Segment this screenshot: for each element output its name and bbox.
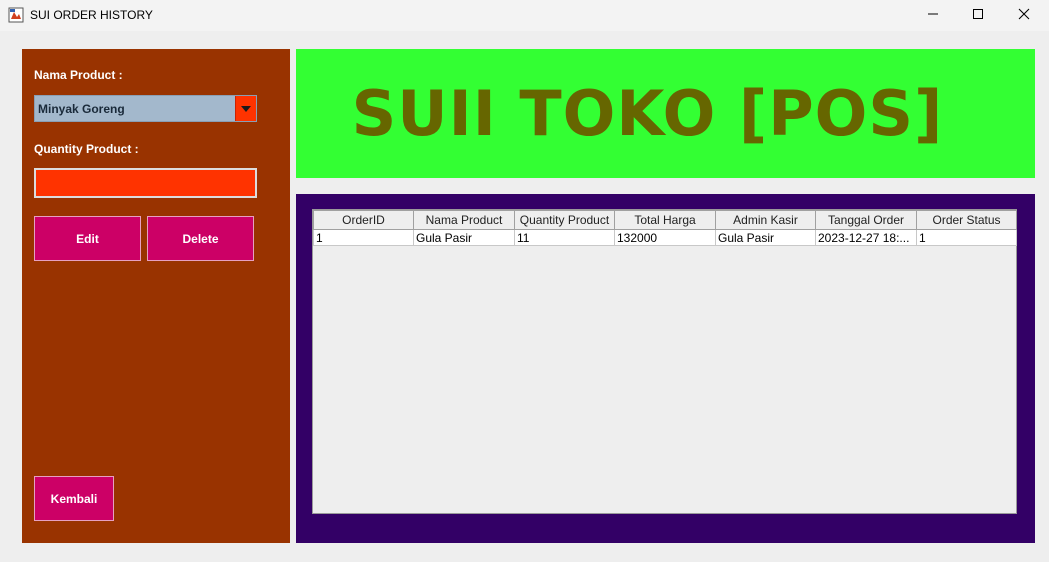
minimize-button[interactable] (910, 0, 956, 31)
edit-button[interactable]: Edit (34, 216, 141, 261)
order-history-table[interactable]: OrderID Nama Product Quantity Product To… (313, 210, 1017, 246)
minimize-icon (927, 7, 939, 25)
quantity-product-label: Quantity Product : (34, 142, 139, 156)
close-icon (1018, 7, 1030, 25)
close-button[interactable] (1001, 0, 1047, 31)
chevron-down-icon[interactable] (235, 96, 256, 121)
nama-product-combobox[interactable]: Minyak Goreng (34, 95, 257, 122)
content-area: Nama Product : Minyak Goreng Quantity Pr… (0, 31, 1049, 562)
cell-orderid[interactable]: 1 (313, 229, 414, 246)
store-title: SUII TOKO [POS] (351, 77, 944, 150)
table-row[interactable]: 1 Gula Pasir 11 132000 Gula Pasir 2023-1… (313, 229, 1017, 246)
kembali-button[interactable]: Kembali (34, 476, 114, 521)
title-bar: SUI ORDER HISTORY (0, 0, 1049, 31)
nama-product-selected: Minyak Goreng (38, 102, 125, 116)
delete-button[interactable]: Delete (147, 216, 254, 261)
quantity-product-input[interactable] (34, 168, 257, 198)
column-header-total-harga[interactable]: Total Harga (614, 210, 716, 230)
column-header-quantity-product[interactable]: Quantity Product (514, 210, 615, 230)
cell-nama-product[interactable]: Gula Pasir (413, 229, 515, 246)
cell-order-status[interactable]: 1 (916, 229, 1017, 246)
column-header-order-status[interactable]: Order Status (916, 210, 1017, 230)
cell-quantity-product[interactable]: 11 (514, 229, 615, 246)
maximize-icon (972, 7, 984, 25)
table-panel: OrderID Nama Product Quantity Product To… (296, 194, 1035, 543)
maximize-button[interactable] (955, 0, 1001, 31)
column-header-orderid[interactable]: OrderID (313, 210, 414, 230)
cell-admin-kasir[interactable]: Gula Pasir (715, 229, 816, 246)
nama-product-label: Nama Product : (34, 68, 123, 82)
table-header-row: OrderID Nama Product Quantity Product To… (313, 210, 1017, 230)
cell-tanggal-order[interactable]: 2023-12-27 18:... (815, 229, 917, 246)
column-header-tanggal-order[interactable]: Tanggal Order (815, 210, 917, 230)
column-header-admin-kasir[interactable]: Admin Kasir (715, 210, 816, 230)
header-banner: SUII TOKO [POS] (296, 49, 1035, 178)
form-panel: Nama Product : Minyak Goreng Quantity Pr… (22, 49, 290, 543)
window-title: SUI ORDER HISTORY (30, 8, 153, 22)
app-icon (8, 7, 24, 23)
column-header-nama-product[interactable]: Nama Product (413, 210, 515, 230)
order-table-scrollpane[interactable]: OrderID Nama Product Quantity Product To… (312, 209, 1017, 514)
cell-total-harga[interactable]: 132000 (614, 229, 716, 246)
